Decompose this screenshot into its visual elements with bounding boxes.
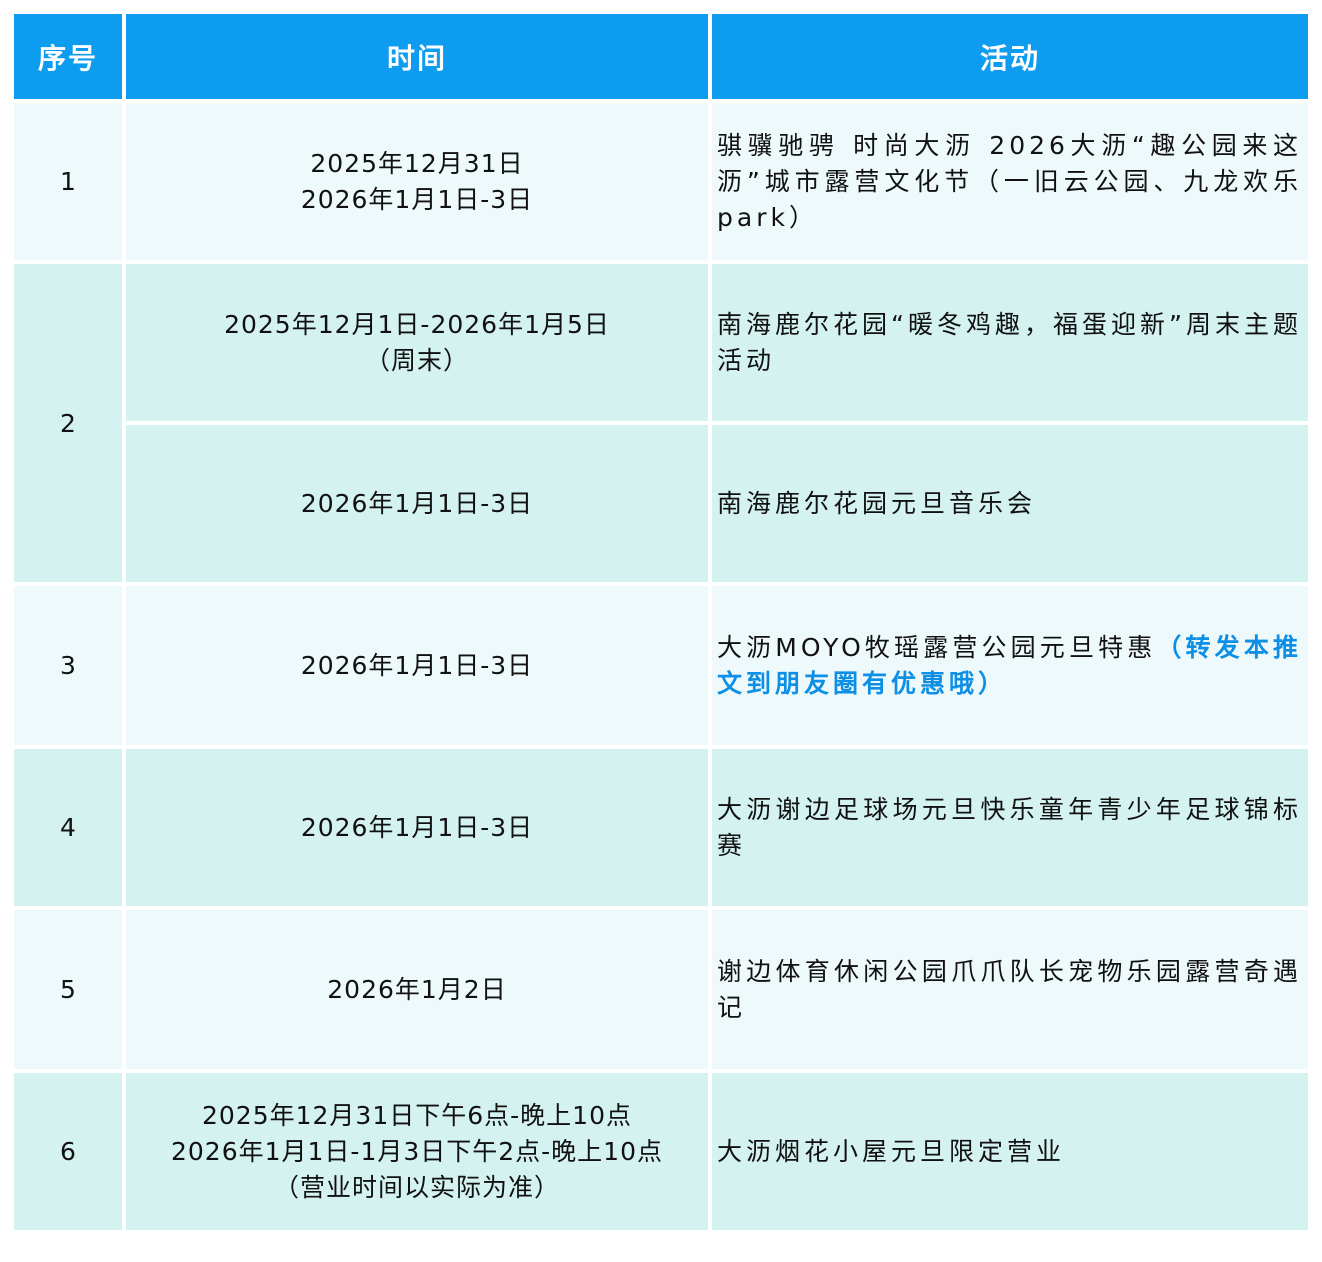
table-row: 6 2025年12月31日下午6点-晚上10点 2026年1月1日-1月3日下午… [14, 1073, 1308, 1230]
row-activity: 大沥烟花小屋元旦限定营业 [712, 1073, 1308, 1230]
row-time: 2025年12月1日-2026年1月5日 （周末） [126, 264, 708, 421]
time-line: （周末） [364, 345, 469, 375]
row-index: 1 [14, 103, 122, 260]
row-time: 2026年1月1日-3日 [126, 749, 708, 906]
table-row: 2026年1月1日-3日 南海鹿尔花园元旦音乐会 [14, 425, 1308, 582]
table-row: 2 2025年12月1日-2026年1月5日 （周末） 南海鹿尔花园“暖冬鸡趣，… [14, 264, 1308, 582]
header-time: 时间 [126, 14, 708, 99]
time-line: 2026年1月1日-3日 [300, 812, 534, 842]
time-line: 2026年1月2日 [327, 974, 507, 1004]
time-line: 2026年1月1日-3日 [300, 488, 534, 518]
time-line: 2026年1月1日-1月3日下午2点-晚上10点 [170, 1136, 663, 1166]
header-row: 序号 时间 活动 [14, 14, 1308, 99]
row-activity: 谢边体育休闲公园爪爪队长宠物乐园露营奇遇记 [712, 910, 1308, 1069]
row-activity: 南海鹿尔花园元旦音乐会 [712, 425, 1308, 582]
events-table: 序号 时间 活动 1 2025年12月31日 2026年1月1日-3日 骐骥驰骋… [10, 10, 1312, 1234]
row-time: 2026年1月2日 [126, 910, 708, 1069]
table-row: 3 2026年1月1日-3日 大沥MOYO牧瑶露营公园元旦特惠（转发本推文到朋友… [14, 586, 1308, 745]
row-index: 3 [14, 586, 122, 745]
activity-text: 大沥MOYO牧瑶露营公园元旦特惠 [717, 632, 1157, 662]
table-row: 1 2025年12月31日 2026年1月1日-3日 骐骥驰骋 时尚大沥 202… [14, 103, 1308, 260]
row-index: 5 [14, 910, 122, 1069]
time-line: 2025年12月1日-2026年1月5日 [224, 309, 610, 339]
table-row: 5 2026年1月2日 谢边体育休闲公园爪爪队长宠物乐园露营奇遇记 [14, 910, 1308, 1069]
row-activity: 大沥谢边足球场元旦快乐童年青少年足球锦标赛 [712, 749, 1308, 906]
row-index: 6 [14, 1073, 122, 1230]
row-time: 2026年1月1日-3日 [126, 586, 708, 745]
row-activity: 骐骥驰骋 时尚大沥 2026大沥“趣公园来这沥”城市露营文化节（一旧云公园、九龙… [712, 103, 1308, 260]
time-line: 2026年1月1日-3日 [300, 650, 534, 680]
row-time: 2026年1月1日-3日 [126, 425, 708, 582]
row-time: 2025年12月31日 2026年1月1日-3日 [126, 103, 708, 260]
header-activity: 活动 [712, 14, 1308, 99]
row-index: 2 [14, 264, 122, 582]
row-activity: 大沥MOYO牧瑶露营公园元旦特惠（转发本推文到朋友圈有优惠哦） [712, 586, 1308, 745]
time-line: 2026年1月1日-3日 [300, 184, 534, 214]
table-row: 4 2026年1月1日-3日 大沥谢边足球场元旦快乐童年青少年足球锦标赛 [14, 749, 1308, 906]
time-line: 2025年12月31日下午6点-晚上10点 [202, 1100, 632, 1130]
time-line: 2025年12月31日 [310, 148, 524, 178]
row-activity: 南海鹿尔花园“暖冬鸡趣，福蛋迎新”周末主题活动 [712, 264, 1308, 421]
row-index: 4 [14, 749, 122, 906]
header-index: 序号 [14, 14, 122, 99]
time-line: （营业时间以实际为准） [273, 1172, 560, 1202]
row-time: 2025年12月31日下午6点-晚上10点 2026年1月1日-1月3日下午2点… [126, 1073, 708, 1230]
